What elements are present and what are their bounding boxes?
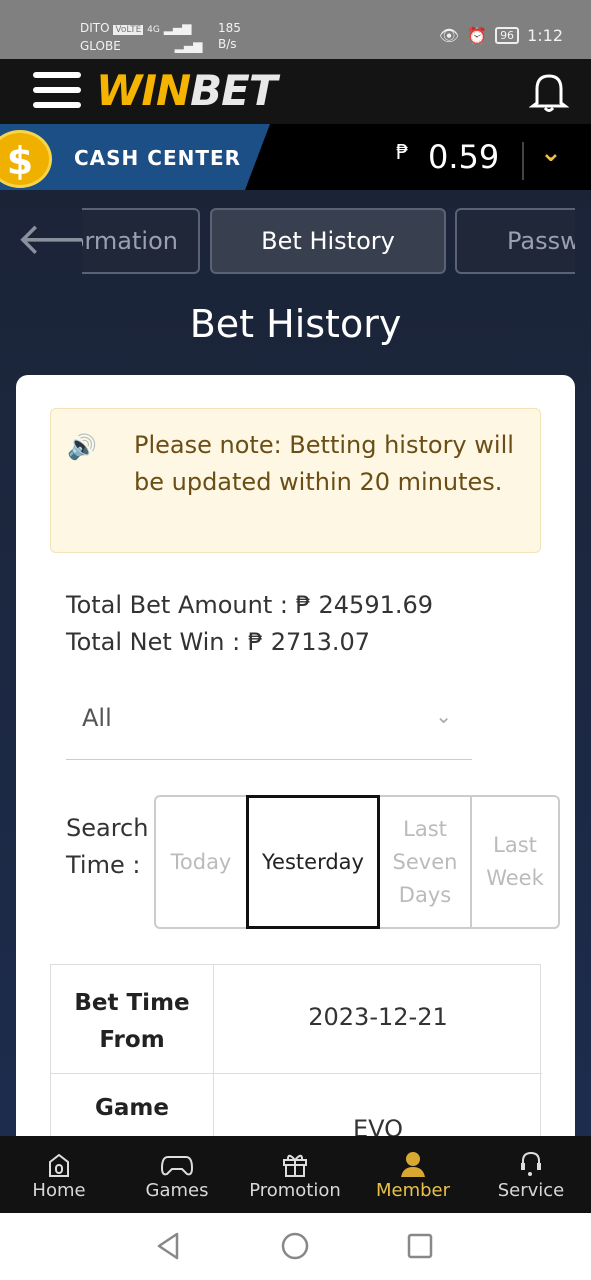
clock: 1:12 (527, 26, 563, 45)
nav-promotion[interactable]: Promotion (236, 1136, 354, 1201)
top-bar: WINBET (0, 59, 591, 124)
alarm-icon: ⏰ (467, 26, 488, 45)
recents-icon[interactable] (406, 1232, 434, 1260)
nav-games[interactable]: Games (118, 1136, 236, 1201)
logo[interactable]: WINBET (96, 66, 277, 115)
tab-bet-history[interactable]: Bet History (210, 208, 446, 274)
time-option-last-week[interactable]: Last Week (470, 795, 560, 929)
carrier-info: DITO VoLTE 4G ▂▄▆ GLOBE ▂▄▆ (80, 20, 202, 54)
filter-value: All (82, 704, 112, 732)
gift-icon (236, 1136, 354, 1180)
chevron-down-icon[interactable]: ⌄ (540, 138, 562, 168)
system-nav-bar (0, 1213, 591, 1280)
game-label: Game (95, 1095, 169, 1121)
tab-password[interactable]: Password (455, 208, 575, 274)
headset-icon (472, 1136, 590, 1180)
currency-symbol: ₱ (396, 140, 409, 164)
home-circle-icon[interactable] (280, 1231, 310, 1261)
carrier-2: GLOBE (80, 39, 121, 53)
signal-icon: ▂▄▆ (163, 21, 192, 35)
eye-icon: 👁 (438, 26, 460, 45)
signal-icon: ▂▄▆ (174, 39, 203, 53)
status-right: 👁 ⏰ 96 1:12 (439, 26, 563, 45)
net-speed: 185 B/s (218, 21, 241, 51)
status-bar: DITO VoLTE 4G ▂▄▆ GLOBE ▂▄▆ 185 B/s 👁 ⏰ 9… (0, 0, 591, 59)
gamepad-icon (118, 1136, 236, 1180)
back-icon[interactable] (155, 1231, 181, 1261)
tabs: Information Bet History Password (82, 208, 575, 278)
search-time-label: Search Time : (66, 814, 149, 879)
menu-icon[interactable] (33, 72, 81, 117)
nav-home[interactable]: Home (0, 1136, 118, 1201)
chevron-down-icon: ⌄ (435, 704, 452, 728)
notice-box: 🔊 Please note: Betting history will be u… (50, 408, 541, 553)
cash-center-label[interactable]: CASH CENTER (74, 146, 241, 170)
total-bet-amount: Total Bet Amount : ₱ 24591.69 (66, 591, 434, 619)
user-icon (354, 1136, 472, 1180)
time-option-today[interactable]: Today (154, 795, 248, 929)
time-option-last-seven-days[interactable]: Last Seven Days (378, 795, 472, 929)
cash-center-bar: $ CASH CENTER ₱ 0.59 ⌄ (0, 124, 591, 190)
total-net-win: Total Net Win : ₱ 2713.07 (66, 628, 371, 656)
page-title: Bet History (189, 302, 402, 346)
battery-icon: 96 (495, 27, 520, 44)
nav-service[interactable]: Service (472, 1136, 590, 1201)
divider (522, 142, 524, 180)
bet-time-from-input[interactable]: 2023-12-21 (214, 1003, 542, 1031)
bottom-nav: Home Games Promotion Member Service (0, 1136, 591, 1213)
balance: 0.59 (428, 138, 500, 176)
bell-icon[interactable] (529, 71, 569, 113)
network-type: 4G (147, 25, 160, 35)
volte-badge: VoLTE (113, 25, 144, 35)
speaker-icon: 🔊 (67, 433, 97, 461)
notice-text: Please note: Betting history will be upd… (134, 431, 514, 496)
game-filter-select[interactable]: All ⌄ (66, 690, 472, 760)
query-table: Bet Time From 2023-12-21 Game EVO (50, 964, 542, 1165)
tab-information[interactable]: Information (82, 208, 200, 274)
bet-time-from-label: Bet Time From (74, 990, 190, 1053)
home-icon (0, 1136, 118, 1180)
time-option-yesterday[interactable]: Yesterday (246, 795, 380, 929)
carrier-1: DITO (80, 21, 110, 35)
nav-member[interactable]: Member (354, 1136, 472, 1201)
